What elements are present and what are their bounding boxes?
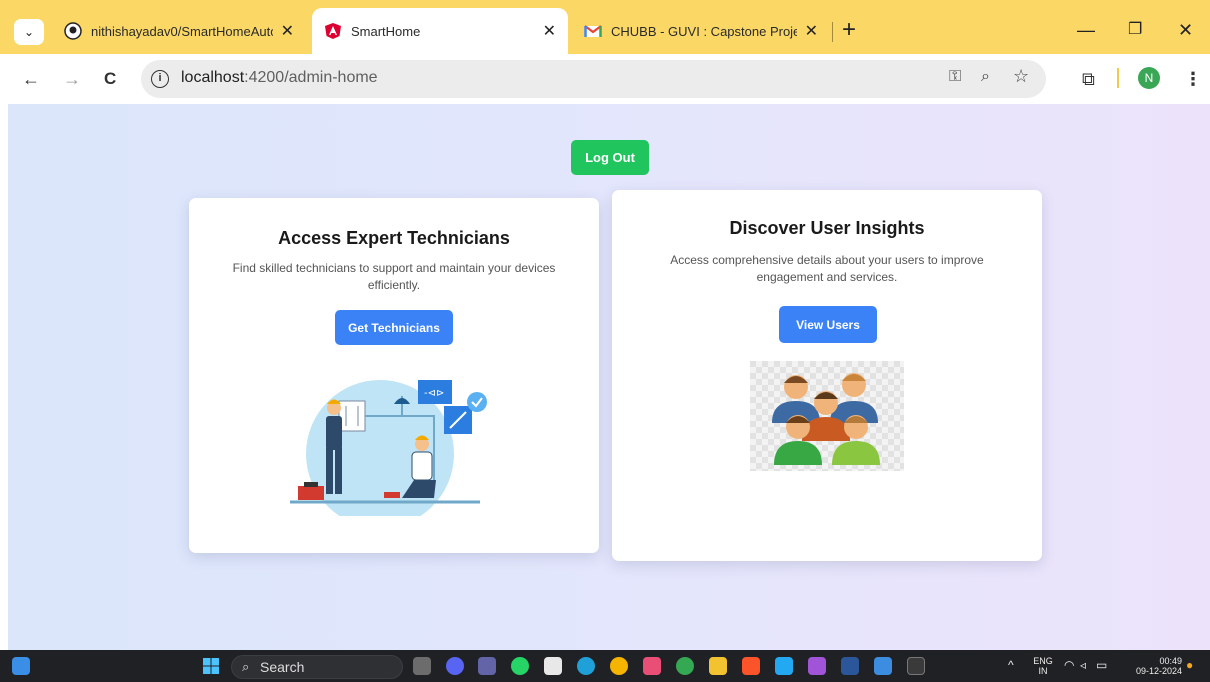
tab-github[interactable]: nithishayadav0/SmartHomeAutom ✕	[52, 8, 306, 54]
task-view-icon[interactable]	[413, 657, 431, 675]
whatsapp-icon[interactable]	[511, 657, 529, 675]
notification-bell-icon[interactable]: ●	[1186, 659, 1193, 671]
users-description: Access comprehensive details about your …	[670, 253, 984, 284]
calendar-icon[interactable]	[544, 657, 562, 675]
gmail-icon	[584, 25, 602, 37]
close-icon[interactable]: ✕	[805, 21, 818, 41]
window-close-button[interactable]: ✕	[1178, 16, 1193, 44]
svg-text:-⊲⊳: -⊲⊳	[424, 388, 444, 399]
photos-icon[interactable]	[874, 657, 892, 675]
edge-icon[interactable]	[577, 657, 595, 675]
wifi-icon[interactable]: ◠	[1064, 659, 1074, 671]
tab-gmail[interactable]: CHUBB - GUVI : Capstone Project ✕	[572, 8, 830, 54]
tab-search-button[interactable]: ⌄	[14, 19, 44, 45]
terminal-icon[interactable]	[907, 657, 925, 675]
reload-button[interactable]: C	[104, 67, 116, 91]
file-explorer-icon[interactable]	[709, 657, 727, 675]
angular-icon	[325, 23, 341, 39]
toolbar-divider	[1117, 68, 1119, 88]
language-indicator[interactable]: ENG IN	[1030, 656, 1056, 676]
copilot-icon[interactable]	[643, 657, 661, 675]
url-text[interactable]: localhost:4200/admin-home	[181, 69, 378, 87]
brave-icon[interactable]	[742, 657, 760, 675]
taskbar: ⌕ Search ^ ENG IN ◠ ◃ ▭ 00:49 09-12-2024…	[0, 650, 1210, 682]
chevron-down-icon: ⌄	[23, 25, 35, 39]
extensions-icon[interactable]: ⧉	[1082, 67, 1095, 91]
word-icon[interactable]	[841, 657, 859, 675]
logout-button[interactable]: Log Out	[571, 140, 649, 175]
discord-icon[interactable]	[446, 657, 464, 675]
back-button[interactable]: ←	[22, 67, 40, 91]
tab-title: nithishayadav0/SmartHomeAutom	[91, 23, 273, 39]
close-icon[interactable]: ✕	[543, 21, 556, 41]
vscode-icon[interactable]	[775, 657, 793, 675]
address-bar[interactable]: i localhost:4200/admin-home ⚿ ⌕ ☆	[141, 60, 1046, 98]
github-icon	[64, 22, 82, 40]
new-tab-button[interactable]: +	[842, 16, 856, 44]
profile-avatar[interactable]: N	[1138, 67, 1160, 89]
users-group-image	[750, 361, 904, 471]
menu-icon[interactable]: ⋮	[1184, 67, 1202, 91]
users-card: Discover User Insights Access comprehens…	[612, 190, 1042, 561]
key-icon[interactable]: ⚿	[949, 68, 961, 86]
minimize-button[interactable]: —	[1077, 16, 1095, 44]
clock[interactable]: 00:49 09-12-2024	[1128, 656, 1182, 676]
technicians-illustration: -⊲⊳	[290, 380, 487, 516]
get-technicians-button[interactable]: Get Technicians	[335, 310, 453, 345]
tab-title: SmartHome	[351, 23, 421, 39]
technicians-title: Access Expert Technicians	[278, 228, 510, 248]
forward-button[interactable]: →	[63, 67, 81, 91]
search-icon: ⌕	[242, 659, 250, 674]
tab-smarthome[interactable]: SmartHome ✕	[312, 8, 568, 54]
bookmark-star-icon[interactable]: ☆	[1013, 66, 1029, 87]
visual-studio-icon[interactable]	[808, 657, 826, 675]
windows-start-icon[interactable]	[202, 657, 220, 675]
browser-toolbar: ← → C i localhost:4200/admin-home ⚿ ⌕ ☆ …	[0, 54, 1210, 104]
chevron-up-icon[interactable]: ^	[1008, 659, 1014, 671]
tab-title: CHUBB - GUVI : Capstone Project	[611, 23, 797, 39]
technicians-card: Access Expert Technicians Find skilled t…	[189, 198, 599, 553]
chrome-icon[interactable]	[610, 657, 628, 675]
tab-divider	[832, 22, 833, 42]
tab-strip: ⌄ nithishayadav0/SmartHomeAutom ✕ SmartH…	[0, 0, 1210, 54]
chrome-profile-icon[interactable]	[676, 657, 694, 675]
volume-icon[interactable]: ◃	[1080, 659, 1086, 671]
teams-icon[interactable]	[478, 657, 496, 675]
view-users-button[interactable]: View Users	[779, 306, 877, 343]
close-icon[interactable]: ✕	[281, 21, 294, 41]
battery-icon[interactable]: ▭	[1096, 659, 1107, 671]
admin-home-page: Log Out Access Expert Technicians Find s…	[8, 104, 1210, 650]
technicians-description: Find skilled technicians to support and …	[232, 261, 556, 292]
restore-button[interactable]: ❐	[1128, 16, 1142, 44]
widgets-icon[interactable]	[12, 657, 30, 675]
site-info-icon[interactable]: i	[151, 70, 169, 88]
zoom-icon[interactable]: ⌕	[981, 68, 990, 86]
users-title: Discover User Insights	[729, 218, 925, 238]
taskbar-search[interactable]: ⌕ Search	[231, 655, 403, 679]
